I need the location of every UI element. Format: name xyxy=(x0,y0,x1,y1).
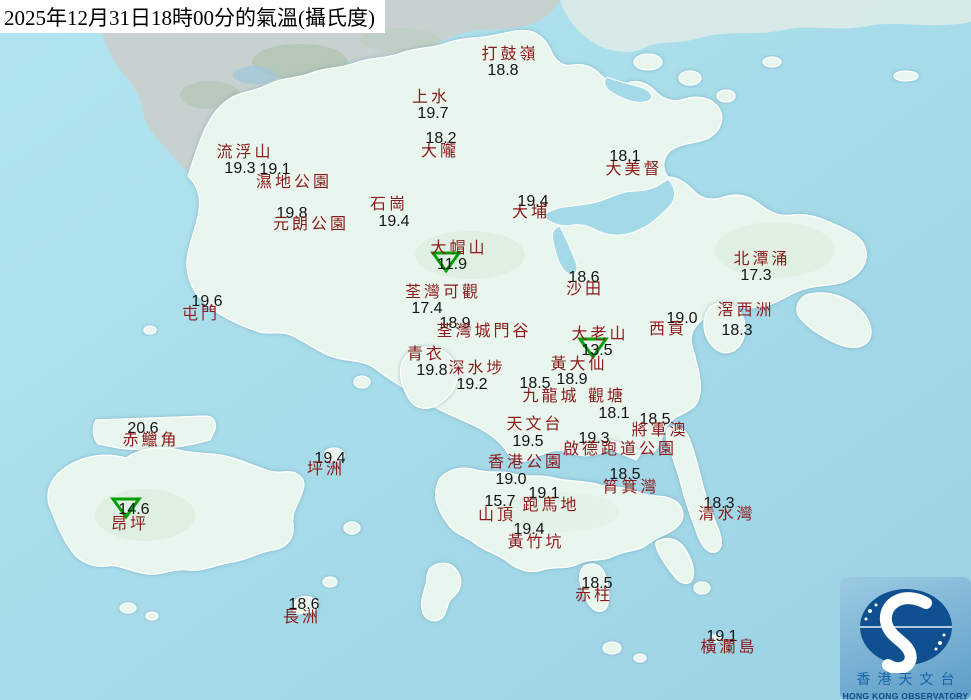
station-name: 將軍澳 xyxy=(631,422,689,439)
station-name: 上水 xyxy=(411,89,451,106)
station-name: 北潭涌 xyxy=(733,251,791,268)
station-name: 香港公園 xyxy=(487,454,565,471)
station-name: 筲箕灣 xyxy=(602,479,660,496)
station-name: 流浮山 xyxy=(216,144,274,161)
hko-logo-emblem xyxy=(860,589,952,673)
station-name: 啟德跑道公園 xyxy=(562,441,678,458)
station-temp: 18.8 xyxy=(487,62,519,79)
station-temp: 19.4 xyxy=(378,213,410,230)
station-name: 深水埗 xyxy=(448,360,506,377)
station-temp: 19.0 xyxy=(495,471,527,488)
station-name: 沙田 xyxy=(565,281,605,298)
station-name: 大老山 xyxy=(571,326,629,343)
station-name: 石崗 xyxy=(369,196,409,213)
station-name: 昂坪 xyxy=(110,516,150,533)
station-name: 滘西洲 xyxy=(717,302,775,319)
station-name: 赤柱 xyxy=(574,587,614,604)
station-name: 屯門 xyxy=(181,306,221,323)
station-name: 荃灣可觀 xyxy=(404,284,482,301)
logo-english-name: HONG KONG OBSERVATORY xyxy=(842,691,969,700)
hko-logo: 香港天文台 HONG KONG OBSERVATORY xyxy=(840,577,971,700)
station-name: 大帽山 xyxy=(430,240,488,257)
station-name: 跑馬地 xyxy=(522,497,580,514)
logo-chinese-name: 香港天文台 xyxy=(856,673,962,688)
station-name: 山頂 xyxy=(477,507,517,524)
temperature-map: 2025年12月31日18時00分的氣溫(攝氏度) 18.8 打鼓嶺 19.7 上水 1… xyxy=(0,0,971,700)
station-name: 西貢 xyxy=(648,321,688,338)
station-name: 大隴 xyxy=(420,143,460,160)
station-temp: 19.7 xyxy=(417,105,449,122)
station-labels-layer: 18.8 打鼓嶺 19.7 上水 18.2 大隴 19.3 流浮山 19.1 濕地公園 19.8 元朗… xyxy=(0,0,971,700)
station-name: 黃竹坑 xyxy=(507,534,565,551)
station-temp: 17.3 xyxy=(740,267,772,284)
station-temp: 18.1 xyxy=(598,405,630,422)
station-name: 元朗公園 xyxy=(272,216,350,233)
station-name: 青衣 xyxy=(406,346,446,363)
station-name: 觀塘 xyxy=(587,388,627,405)
station-name: 長洲 xyxy=(282,609,322,626)
station-temp: 19.3 xyxy=(224,160,256,177)
station-name: 大埔 xyxy=(511,204,551,221)
station-temp: 11.9 xyxy=(437,256,467,273)
station-name: 橫瀾島 xyxy=(700,639,758,656)
station-temp: 19.5 xyxy=(512,433,544,450)
station-temp: 17.4 xyxy=(411,300,443,317)
station-name: 坪洲 xyxy=(306,461,346,478)
station-name: 荃灣城門谷 xyxy=(436,323,532,340)
station-name: 黃大仙 xyxy=(550,356,608,373)
station-name: 九龍城 xyxy=(522,388,580,405)
station-temp: 18.3 xyxy=(721,322,753,339)
station-name: 赤鱲角 xyxy=(122,432,180,449)
station-name: 大美督 xyxy=(605,161,663,178)
station-temp: 18.9 xyxy=(556,371,588,388)
station-name: 打鼓嶺 xyxy=(481,46,539,63)
station-name: 天文台 xyxy=(506,416,564,433)
station-name: 清水灣 xyxy=(698,506,756,523)
station-temp: 19.2 xyxy=(456,376,488,393)
station-name: 濕地公園 xyxy=(255,174,333,191)
station-temp: 19.8 xyxy=(416,362,448,379)
